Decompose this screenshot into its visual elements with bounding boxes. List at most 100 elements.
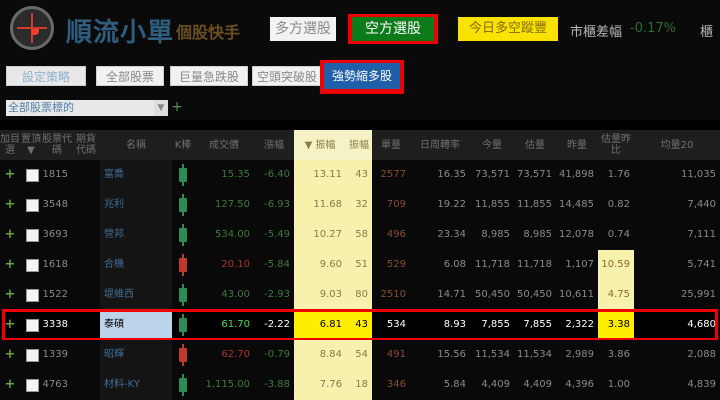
pin-checkbox[interactable] <box>26 199 39 212</box>
cell-name[interactable]: 營邦 <box>100 220 172 250</box>
cell-prev: 4,396 <box>565 379 594 390</box>
strategy-settings-button[interactable]: 設定策略 <box>6 66 86 86</box>
cell-ratio: 10.59 <box>598 250 634 280</box>
cell-code: 3548 <box>42 199 68 210</box>
cell-est: 8,985 <box>523 229 552 240</box>
column-header[interactable]: 估量 <box>514 130 556 160</box>
add-icon[interactable]: + <box>0 340 20 370</box>
cell-name[interactable]: 富喬 <box>100 160 172 190</box>
cell-amp1: 9.03 <box>294 280 346 310</box>
column-header[interactable]: 振幅 <box>346 130 372 160</box>
cell-amp2: 51 <box>346 250 372 280</box>
cell-prev: 10,611 <box>559 289 594 300</box>
add-icon[interactable]: + <box>0 280 20 310</box>
cell-vol: 4,409 <box>481 379 510 390</box>
pin-checkbox[interactable] <box>26 379 39 392</box>
logo-crosshair-icon <box>10 6 54 50</box>
cell-vol: 8,985 <box>481 229 510 240</box>
cell-unit: 346 <box>386 379 406 390</box>
cell-prev: 12,078 <box>559 229 594 240</box>
cell-turn: 16.35 <box>437 169 466 180</box>
cell-avg: 25,991 <box>681 289 716 300</box>
chevron-down-icon[interactable]: ▼ <box>154 100 168 116</box>
stock-selector[interactable]: 全部股票標的 <box>6 100 154 116</box>
cell-name[interactable]: 堤維西 <box>100 280 172 310</box>
add-icon[interactable]: + <box>0 220 20 250</box>
candle-body-icon <box>179 378 187 392</box>
tab-long-pick[interactable]: 多方選股 <box>270 17 336 41</box>
brand-subtitle: 個股快手 <box>176 23 241 42</box>
cell-name[interactable]: 合機 <box>100 250 172 280</box>
selected-row-highlight <box>2 309 718 341</box>
cell-ratio: 3.86 <box>607 349 630 360</box>
cell-ratio: 4.75 <box>598 280 634 310</box>
column-header[interactable]: 成交價 <box>194 130 254 160</box>
strategy-strong-highlight: 強勢縮多股 <box>320 60 404 94</box>
pin-checkbox[interactable] <box>26 169 39 182</box>
column-header[interactable]: K棒 <box>172 130 194 160</box>
add-icon[interactable]: + <box>0 160 20 190</box>
candle-body-icon <box>179 288 187 302</box>
strategy-crash-button[interactable]: 巨量急跌股 <box>170 66 248 86</box>
column-header[interactable]: ▼ 振幅 <box>294 130 346 160</box>
tab-short-pick-highlight: 空方選股 <box>348 14 438 44</box>
cell-chg: -6.40 <box>264 169 290 180</box>
column-header[interactable]: 日周轉率 <box>410 130 470 160</box>
column-header[interactable]: 漲幅 <box>254 130 294 160</box>
cell-est: 4,409 <box>523 379 552 390</box>
cell-name[interactable]: 材料-KY <box>100 370 172 400</box>
cell-prev: 41,898 <box>559 169 594 180</box>
candle-body-icon <box>179 198 187 212</box>
strategy-breakout-button[interactable]: 空頭突破股 <box>252 66 322 86</box>
cell-est: 73,571 <box>517 169 552 180</box>
cell-chg: -3.88 <box>264 379 290 390</box>
cell-unit: 709 <box>386 199 406 210</box>
column-header[interactable]: 估量昨比 <box>598 130 634 160</box>
pin-checkbox[interactable] <box>26 349 39 362</box>
cell-ratio: 1.00 <box>607 379 630 390</box>
cell-ratio: 1.76 <box>607 169 630 180</box>
cell-est: 11,534 <box>517 349 552 360</box>
today-button[interactable]: 今日多空蹤豐 <box>458 17 558 41</box>
add-icon[interactable]: + <box>0 250 20 280</box>
strategy-all-button[interactable]: 全部股票 <box>96 66 164 86</box>
pin-checkbox[interactable] <box>26 259 39 272</box>
add-icon[interactable]: + <box>0 370 20 400</box>
cell-vol: 11,534 <box>475 349 510 360</box>
cell-amp1: 11.68 <box>294 190 346 220</box>
cell-turn: 5.84 <box>443 379 466 390</box>
column-header[interactable]: 均量20 <box>634 130 720 160</box>
column-header[interactable]: 昨量 <box>556 130 598 160</box>
tab-short-pick[interactable]: 空方選股 <box>352 17 434 41</box>
add-icon[interactable]: + <box>0 190 20 220</box>
cell-avg: 7,111 <box>687 229 716 240</box>
strategy-strong-button[interactable]: 強勢縮多股 <box>324 63 400 89</box>
cell-price: 534.00 <box>215 229 250 240</box>
cell-chg: -2.93 <box>264 289 290 300</box>
cell-price: 20.10 <box>221 259 250 270</box>
column-header[interactable]: 名稱 <box>100 130 172 160</box>
pin-checkbox[interactable] <box>26 289 39 302</box>
cell-ratio: 0.74 <box>607 229 630 240</box>
cell-code: 1522 <box>42 289 68 300</box>
column-header[interactable]: 加目選 <box>0 130 20 160</box>
column-header[interactable]: 置頂 ▼ <box>20 130 42 160</box>
cell-code: 3693 <box>42 229 68 240</box>
cell-price: 1,115.00 <box>205 379 250 390</box>
cell-amp2: 54 <box>346 340 372 370</box>
cell-price: 43.00 <box>221 289 250 300</box>
cell-price: 127.50 <box>215 199 250 210</box>
cell-name[interactable]: 昭輝 <box>100 340 172 370</box>
column-header[interactable]: 單量 <box>372 130 410 160</box>
add-icon[interactable]: + <box>170 99 184 115</box>
column-header[interactable]: 股票代碼 <box>42 130 72 160</box>
column-header[interactable]: 期貨代碼 <box>72 130 100 160</box>
cell-amp1: 7.76 <box>294 370 346 400</box>
cell-chg: -0.79 <box>264 349 290 360</box>
pin-checkbox[interactable] <box>26 229 39 242</box>
cell-name[interactable]: 兆利 <box>100 190 172 220</box>
cell-turn: 6.08 <box>443 259 466 270</box>
column-header[interactable]: 今量 <box>470 130 514 160</box>
cell-ratio: 0.82 <box>607 199 630 210</box>
cell-amp1: 8.84 <box>294 340 346 370</box>
